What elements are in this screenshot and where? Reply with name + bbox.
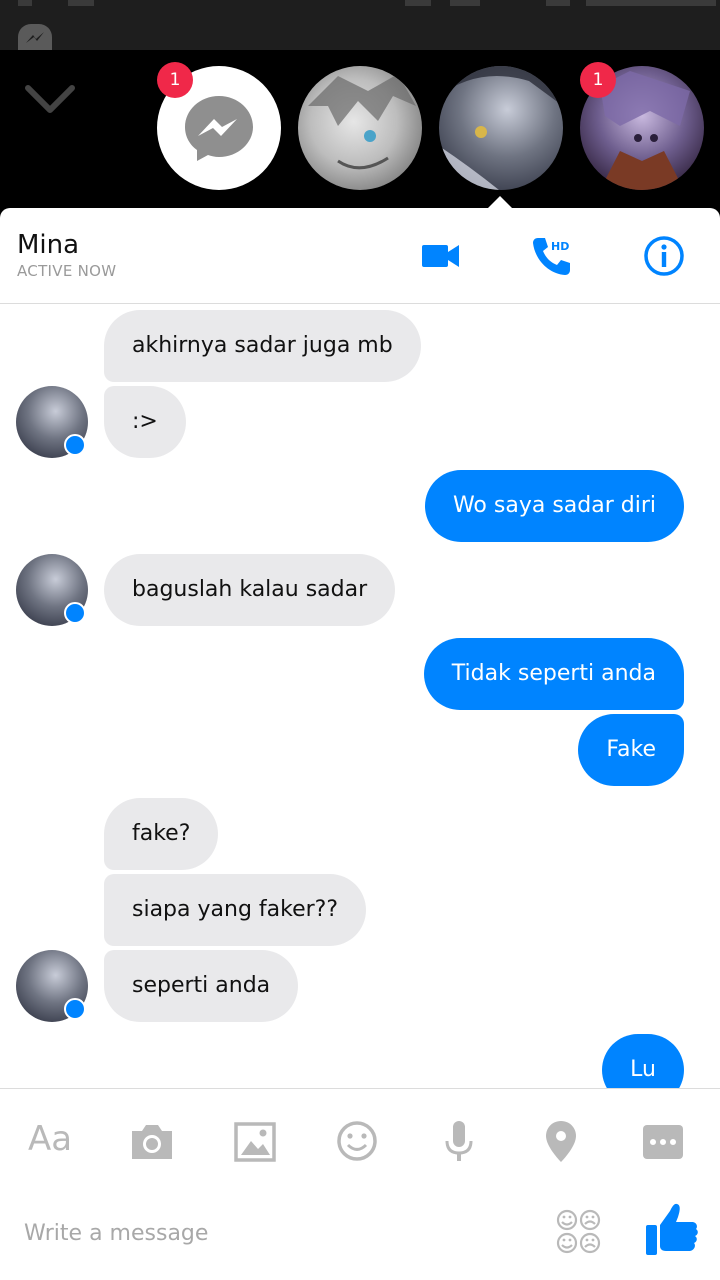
message-input[interactable]: Write a message: [24, 1219, 504, 1249]
messenger-badge-icon: [64, 602, 86, 624]
incoming-message[interactable]: :>: [104, 386, 186, 458]
contact-name[interactable]: Mina: [17, 230, 79, 260]
text-tool-button[interactable]: Aa: [28, 1115, 82, 1163]
location-icon[interactable]: [537, 1117, 585, 1165]
outgoing-message[interactable]: Wo saya sadar diri: [424, 470, 684, 542]
avatar-image: [308, 74, 416, 170]
messenger-badge-icon: [64, 998, 86, 1020]
unread-badge: 1: [157, 62, 193, 98]
emoji-icon[interactable]: [333, 1117, 381, 1165]
incoming-message[interactable]: fake?: [104, 798, 219, 870]
incoming-message[interactable]: baguslah kalau sadar: [104, 554, 396, 626]
messenger-badge-icon: [64, 434, 86, 456]
active-head-pointer: [486, 196, 514, 210]
outgoing-message[interactable]: Lu: [602, 1034, 684, 1088]
conversation-header: Mina ACTIVE NOW HD: [0, 208, 720, 304]
contact-avatar[interactable]: [16, 386, 88, 458]
outgoing-message[interactable]: Tidak seperti anda: [423, 638, 684, 710]
outgoing-message[interactable]: Fake: [578, 714, 684, 786]
messenger-notification-icon: [18, 24, 52, 50]
video-call-icon[interactable]: [416, 232, 464, 280]
gallery-icon[interactable]: [231, 1117, 279, 1165]
avatar-image: [439, 66, 563, 190]
message-list[interactable]: akhirnya sadar juga mb :> Wo saya sadar …: [0, 304, 720, 1088]
status-bar: [0, 0, 720, 50]
incoming-message[interactable]: siapa yang faker??: [104, 874, 367, 946]
composer: Aa Write a message: [0, 1088, 720, 1280]
sticker-icon[interactable]: [556, 1209, 602, 1255]
microphone-icon[interactable]: [435, 1117, 483, 1165]
hd-label: HD: [551, 240, 569, 253]
chat-head-avatar[interactable]: [298, 66, 422, 190]
chat-heads-bar: 1 1: [0, 50, 720, 210]
camera-icon[interactable]: [128, 1117, 176, 1165]
messenger-icon: [185, 96, 253, 161]
unread-badge: 1: [580, 62, 616, 98]
contact-avatar[interactable]: [16, 554, 88, 626]
like-thumb-icon[interactable]: [644, 1201, 700, 1257]
chat-panel: Mina ACTIVE NOW HD akhirnya sadar juga m…: [0, 208, 720, 1280]
contact-avatar[interactable]: [16, 950, 88, 1022]
chevron-down-icon[interactable]: [24, 80, 76, 120]
more-icon[interactable]: [639, 1117, 687, 1165]
incoming-message[interactable]: akhirnya sadar juga mb: [104, 310, 421, 382]
incoming-message[interactable]: seperti anda: [104, 950, 299, 1022]
phone-hd-icon[interactable]: HD: [528, 232, 576, 280]
info-icon[interactable]: [640, 232, 688, 280]
contact-status: ACTIVE NOW: [17, 262, 117, 280]
chat-head-avatar-active[interactable]: [439, 66, 563, 190]
